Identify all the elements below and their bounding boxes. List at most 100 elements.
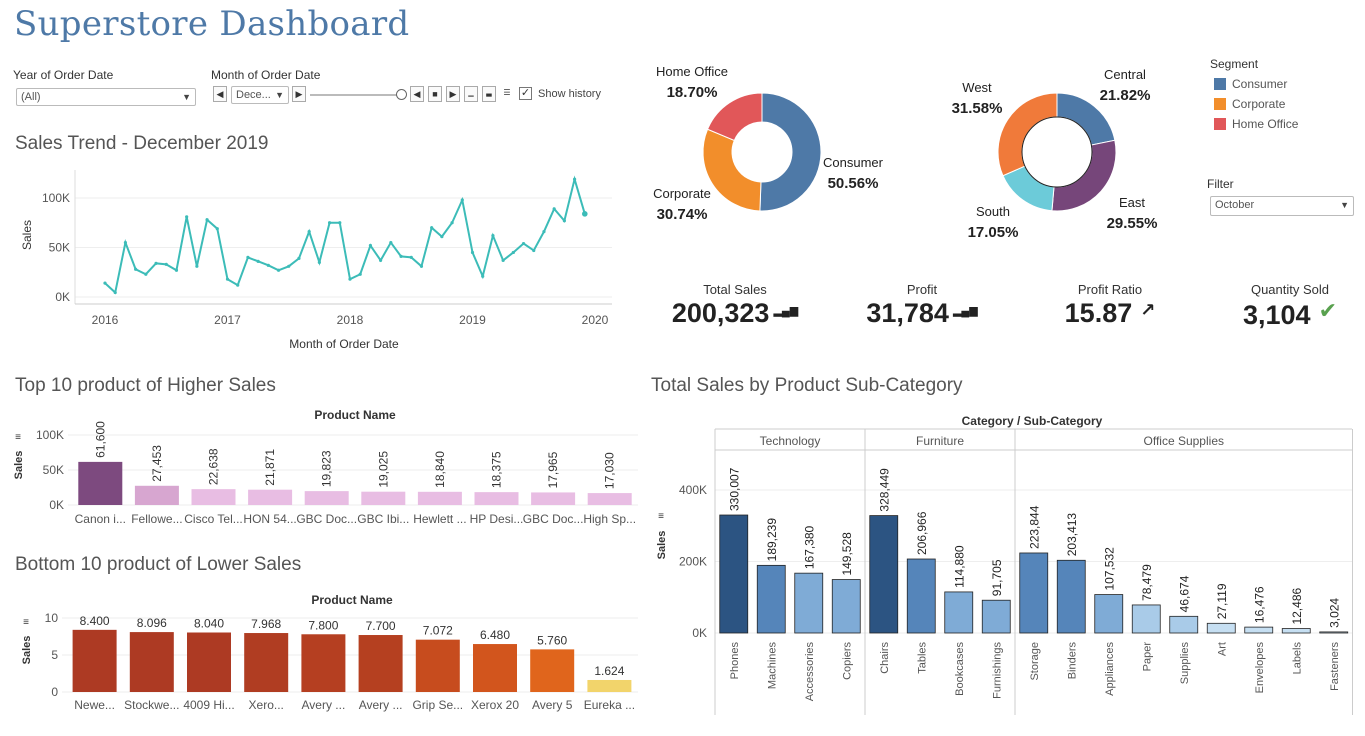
bar xyxy=(1206,622,1236,634)
y-tick-label: 50K xyxy=(43,463,64,477)
kpi-label: Profit Ratio xyxy=(1077,282,1143,297)
sort-icon[interactable]: ≡ xyxy=(658,511,664,522)
category-label: Fellowe... xyxy=(131,512,182,526)
bar-value-label: 189,239 xyxy=(765,518,779,562)
y-tick-label: 0K xyxy=(55,290,70,304)
next-month-button[interactable]: ▶ xyxy=(292,86,306,102)
header-title: Category / Sub-Category xyxy=(962,414,1103,428)
speed-medium-button[interactable]: ▃ xyxy=(482,86,496,102)
speed-fast-button[interactable]: ☰ xyxy=(500,86,514,102)
category-label: Stockwe... xyxy=(124,698,179,712)
bar xyxy=(530,649,575,692)
region-filter-dropdown[interactable]: October ▼ xyxy=(1210,196,1354,216)
y-tick-label: 0K xyxy=(692,626,707,640)
bar-value-label: 91,705 xyxy=(990,559,1004,596)
month-filter-dropdown[interactable]: Dece... ▼ xyxy=(231,86,289,104)
data-point xyxy=(470,250,475,255)
year-filter-value: (All) xyxy=(21,91,41,103)
data-point xyxy=(532,248,536,253)
year-filter-dropdown[interactable]: (All) ▼ xyxy=(16,88,196,106)
x-tick-label: 2020 xyxy=(582,313,609,327)
category-label: Cisco Tel... xyxy=(184,512,242,526)
speed-slow-button[interactable]: ▁ xyxy=(464,86,478,102)
bar-value-label: 12,486 xyxy=(1290,588,1304,625)
legend-item-home-office[interactable]: Home Office xyxy=(1214,117,1298,131)
category-label: Envelopes xyxy=(1254,642,1266,694)
kpi-value: 15.87 ↗ xyxy=(1064,298,1156,328)
bar-value-label: 223,844 xyxy=(1028,505,1042,549)
category-label: Hewlett ... xyxy=(413,512,466,526)
bar-value-label: 16,476 xyxy=(1253,586,1267,623)
bar xyxy=(1244,626,1274,634)
bar-value-label: 18,375 xyxy=(490,451,504,488)
chevron-down-icon: ▼ xyxy=(1340,200,1349,210)
legend-item-consumer[interactable]: Consumer xyxy=(1214,77,1287,91)
data-point xyxy=(491,234,495,238)
bar-value-label: 8.040 xyxy=(194,617,224,631)
bar xyxy=(301,634,346,692)
play-button[interactable]: ▶ xyxy=(446,86,460,102)
bar-value-label: 46,674 xyxy=(1178,575,1192,612)
top10-title: Top 10 product of Higher Sales xyxy=(15,375,276,396)
month-slider-track[interactable] xyxy=(310,94,402,96)
data-point xyxy=(276,268,281,272)
subcategory-chart: Category / Sub-Category Sales ≡ 0K 200K 40… xyxy=(656,414,1353,715)
category-label: Tables xyxy=(916,642,928,674)
data-point xyxy=(317,260,321,264)
data-point xyxy=(581,211,588,217)
bar-value-label: 6.480 xyxy=(480,628,510,642)
legend-item-corporate[interactable]: Corporate xyxy=(1214,97,1285,111)
bar-value-label: 107,532 xyxy=(1103,547,1117,591)
data-point xyxy=(307,230,311,234)
consumer-pct: 50.56% xyxy=(828,175,879,192)
bar xyxy=(794,572,824,634)
sort-icon[interactable]: ≡ xyxy=(23,617,29,628)
x-tick-label: 2017 xyxy=(214,313,241,327)
show-history-label: Show history xyxy=(538,88,601,100)
data-point xyxy=(225,277,230,281)
data-point xyxy=(501,258,505,262)
prev-month-button[interactable]: ◀ xyxy=(213,86,227,102)
y-tick-label: 200K xyxy=(679,555,707,569)
category-label: Avery ... xyxy=(359,698,403,712)
kpi-quantity-sold: Quantity Sold 3,104 ✔ xyxy=(1225,282,1355,331)
region-filter-label: Filter xyxy=(1207,177,1234,191)
category-label: Phones xyxy=(729,642,741,680)
group-label: Office Supplies xyxy=(1144,434,1225,448)
bar-value-label: 167,380 xyxy=(803,525,817,569)
data-point xyxy=(236,283,240,287)
month-filter-label: Month of Order Date xyxy=(211,68,321,82)
bar-value-label: 27,453 xyxy=(150,445,164,482)
y-axis-title: Sales xyxy=(13,451,25,480)
month-slider-handle[interactable] xyxy=(396,89,407,100)
bar-value-label: 7.700 xyxy=(366,619,396,633)
data-point xyxy=(246,255,250,259)
month-filter-value: Dece... xyxy=(236,89,271,101)
sales-trend-line xyxy=(104,175,586,295)
bar xyxy=(906,558,936,634)
bar-value-label: 149,528 xyxy=(840,532,854,576)
kpi-value: 3,104 ✔ xyxy=(1242,298,1337,330)
chevron-down-icon: ▼ xyxy=(182,92,191,102)
bar-value-label: 27,119 xyxy=(1215,583,1229,619)
data-point xyxy=(297,256,301,260)
show-history-checkbox[interactable]: ✓ xyxy=(519,87,532,100)
dashboard-title: Superstore Dashboard xyxy=(14,4,410,44)
category-label: Canon i... xyxy=(75,512,126,526)
step-back-button[interactable]: ◀ xyxy=(410,86,424,102)
data-point xyxy=(460,198,464,202)
sort-icon[interactable]: ≡ xyxy=(15,432,21,443)
category-label: Fasteners xyxy=(1329,642,1341,691)
data-point xyxy=(266,263,270,267)
south-label: South xyxy=(976,204,1010,219)
data-point xyxy=(511,250,515,255)
segment-donut-chart: Home Office 18.70% Consumer 50.56% Corpo… xyxy=(653,64,884,223)
arrow-up-right-icon: ↗ xyxy=(1140,300,1156,320)
category-label: Grip Se... xyxy=(412,698,463,712)
x-tick-label: 2016 xyxy=(92,313,119,327)
bar-value-label: 330,007 xyxy=(728,467,742,511)
west-pct: 31.58% xyxy=(952,100,1003,117)
stop-button[interactable]: ■ xyxy=(428,86,442,102)
data-point xyxy=(572,177,577,181)
y-tick-label: 0K xyxy=(49,498,64,512)
